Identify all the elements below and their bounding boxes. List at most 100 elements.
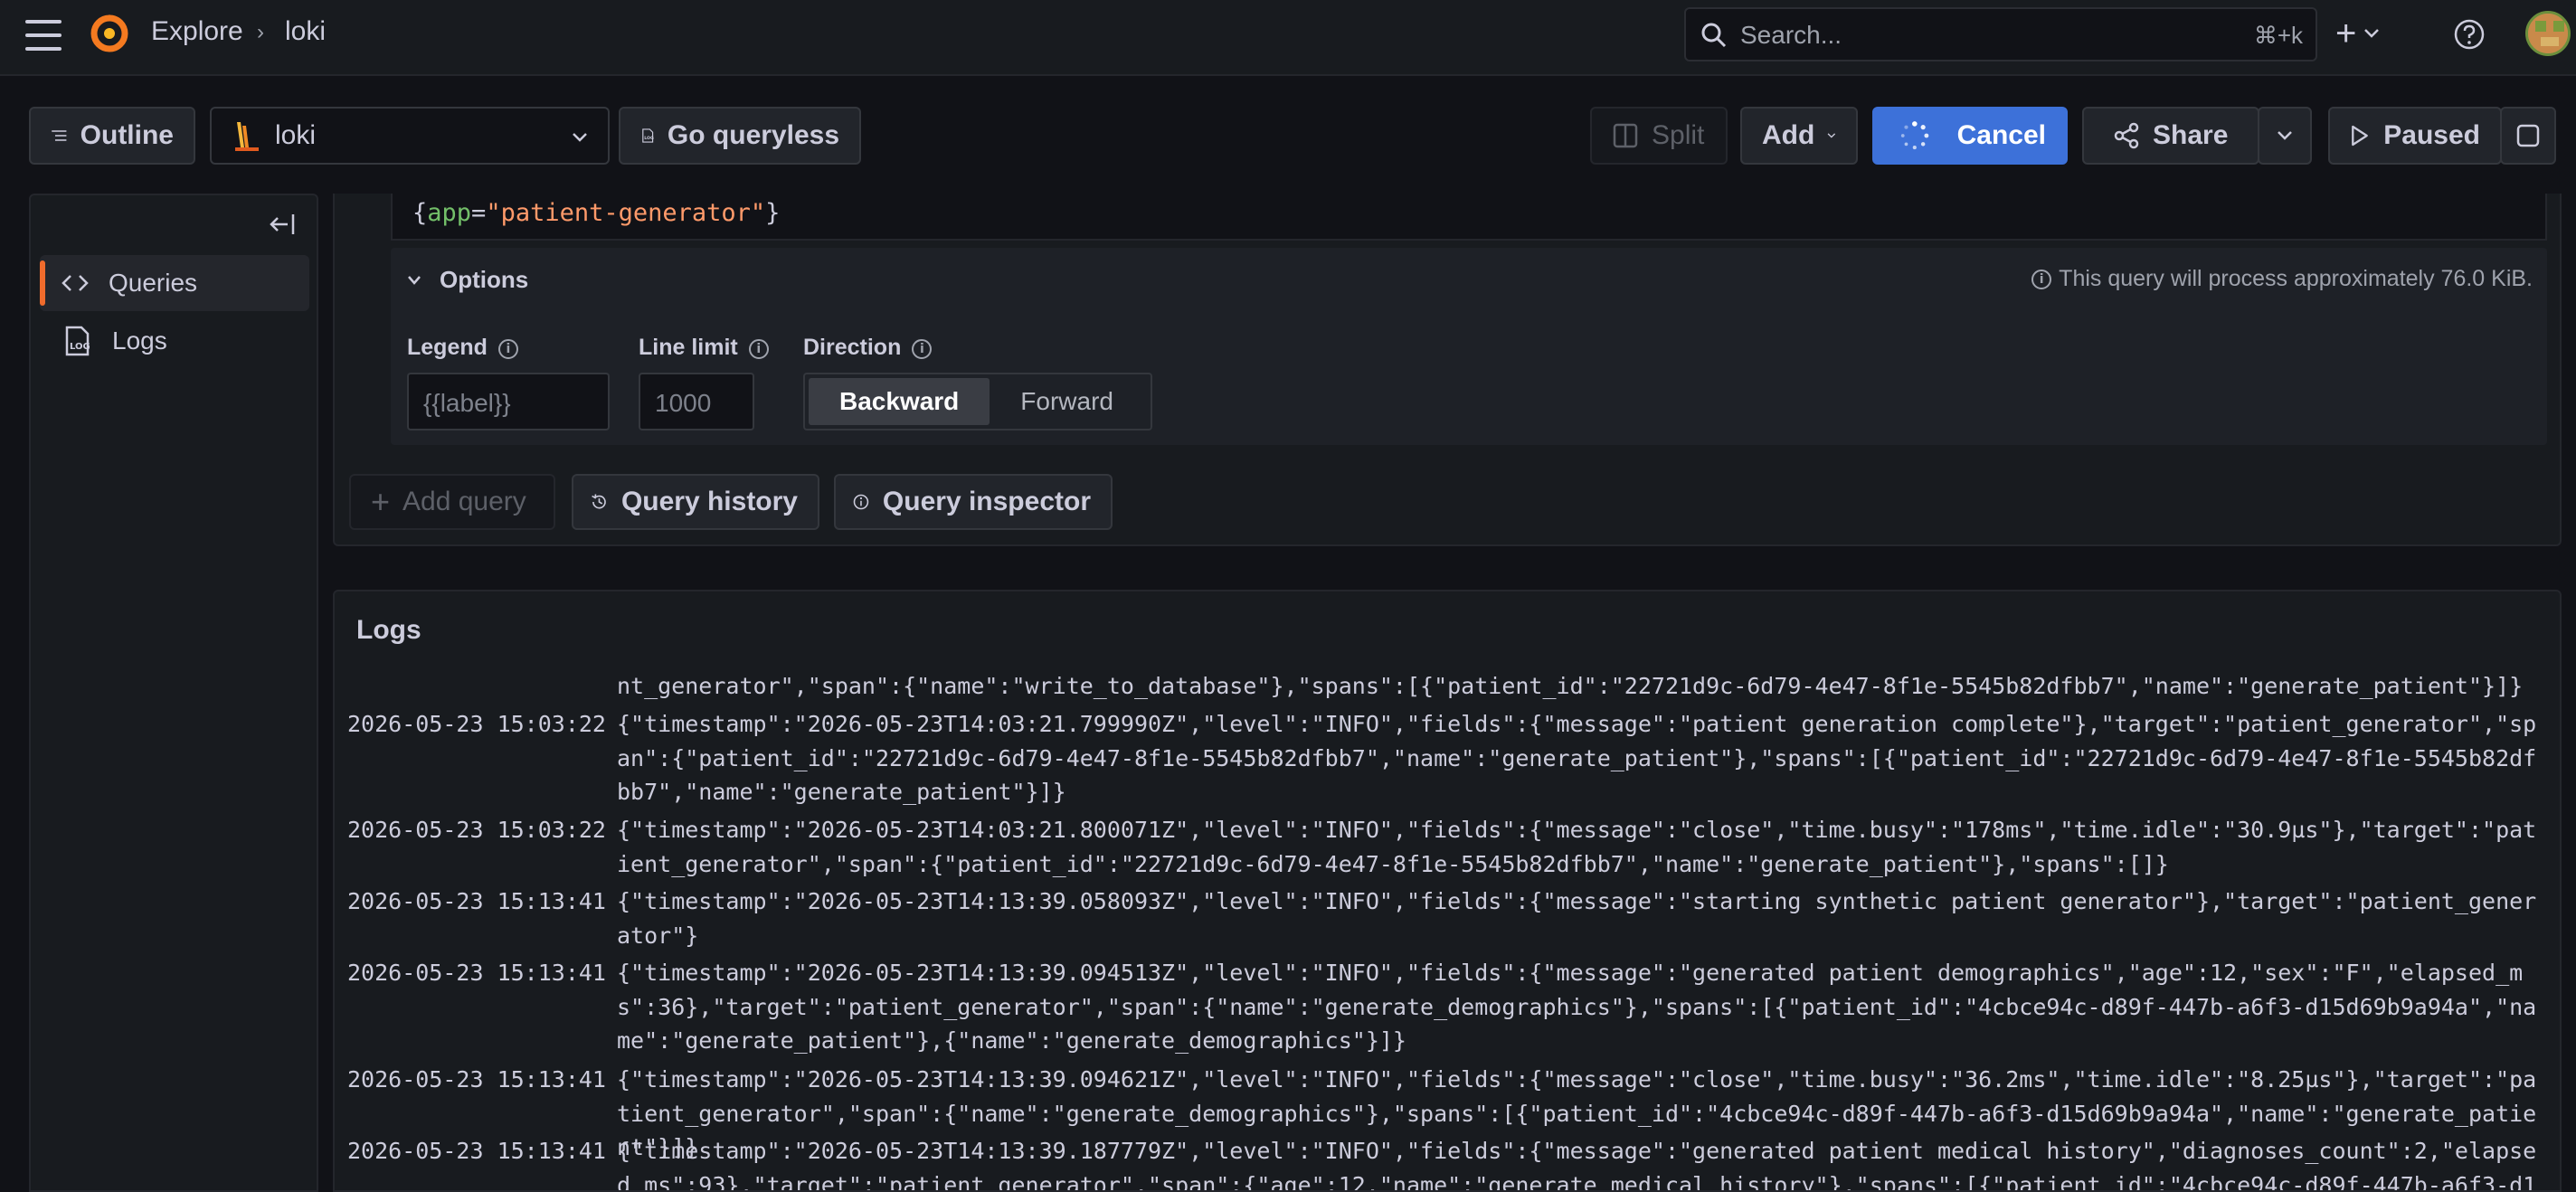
log-timestamp: [347, 669, 617, 704]
log-row[interactable]: 2026-05-23 15:03:22 {"timestamp":"2026-0…: [347, 813, 2554, 881]
code-operator: =: [471, 199, 487, 227]
add-query-button[interactable]: + Add query: [349, 474, 555, 530]
avatar[interactable]: [2525, 11, 2571, 56]
query-options-section: Options i This query will process approx…: [391, 248, 2547, 445]
query-history-button[interactable]: Query history: [572, 474, 819, 530]
collapse-sidebar-icon[interactable]: [268, 212, 297, 237]
breadcrumb-separator: ›: [257, 20, 264, 44]
search-placeholder: Search...: [1740, 21, 1842, 49]
share-label: Share: [2153, 120, 2229, 150]
direction-forward-option[interactable]: Forward: [990, 378, 1144, 425]
log-row[interactable]: 2026-05-23 15:13:41 {"timestamp":"2026-0…: [347, 885, 2554, 952]
log-timestamp: 2026-05-23 15:13:41: [347, 888, 606, 914]
spinner-icon: [1900, 121, 1929, 150]
query-inspector-button[interactable]: Query inspector: [834, 474, 1113, 530]
log-message: {"timestamp":"2026-05-23T14:13:39.094513…: [617, 960, 2537, 1054]
options-toggle[interactable]: Options: [407, 266, 528, 294]
log-message: {"timestamp":"2026-05-23T14:13:39.187779…: [617, 1138, 2537, 1192]
log-message: {"timestamp":"2026-05-23T14:13:39.058093…: [617, 888, 2537, 949]
info-icon[interactable]: i: [497, 339, 518, 359]
logs-panel-title: Logs: [356, 615, 421, 645]
history-icon: [592, 494, 606, 509]
breadcrumb-loki: loki: [285, 16, 327, 46]
process-note-text: This query will process approximately 76…: [2059, 266, 2533, 291]
legend-input[interactable]: {{label}}: [407, 373, 610, 430]
legend-label: Legend i: [407, 335, 518, 361]
chevron-down-icon: [408, 275, 421, 285]
cancel-button[interactable]: Cancel: [1872, 107, 2068, 165]
help-icon[interactable]: [2453, 18, 2486, 51]
split-label: Split: [1652, 120, 1705, 150]
paused-label: Paused: [2383, 120, 2480, 150]
cancel-label: Cancel: [1956, 120, 2046, 150]
search-input[interactable]: Search... ⌘+k: [1684, 7, 2317, 61]
grafana-logo-icon[interactable]: [87, 11, 132, 56]
stop-icon: [2516, 124, 2540, 147]
svg-text:LOG: LOG: [644, 136, 654, 141]
query-history-label: Query history: [620, 487, 798, 516]
log-row[interactable]: 2026-05-23 15:03:22 {"timestamp":"2026-0…: [347, 707, 2554, 809]
add-button[interactable]: Add: [1740, 107, 1858, 165]
info-icon[interactable]: i: [748, 339, 769, 359]
chevron-down-icon: [2364, 29, 2380, 38]
share-icon: [2114, 122, 2139, 149]
sidebar-item-queries[interactable]: Queries: [40, 255, 309, 311]
sidebar-item-logs[interactable]: LOG Logs: [40, 313, 309, 369]
direction-label-text: Direction: [803, 335, 902, 360]
log-row[interactable]: nt_generator","span":{"name":"write_to_d…: [347, 669, 2554, 704]
search-icon: [1701, 23, 1727, 48]
menu-icon[interactable]: [25, 20, 62, 51]
search-shortcut: ⌘+k: [2253, 22, 2303, 49]
outline-button[interactable]: Outline: [29, 107, 195, 165]
direction-backward-option[interactable]: Backward: [809, 378, 990, 425]
loki-logo-icon: [235, 122, 259, 151]
log-timestamp: 2026-05-23 15:03:22: [347, 711, 606, 737]
stop-button[interactable]: [2500, 107, 2556, 165]
outline-label: Outline: [80, 120, 174, 150]
log-message: {"timestamp":"2026-05-23T14:03:21.799990…: [617, 711, 2537, 805]
logs-icon: LOG: [65, 326, 90, 356]
direction-label: Direction i: [803, 335, 933, 361]
options-label: Options: [440, 266, 529, 293]
query-code-editor[interactable]: {app="patient-generator"}: [391, 194, 2547, 241]
log-timestamp: 2026-05-23 15:13:41: [347, 960, 606, 986]
live-tail-paused-button[interactable]: Paused: [2328, 107, 2502, 165]
log-timestamp: 2026-05-23 15:13:41: [347, 1138, 606, 1164]
info-icon: i: [2031, 269, 2052, 289]
plus-icon: +: [2335, 14, 2357, 53]
sidebar-item-label: Queries: [109, 269, 198, 297]
chevron-down-icon: [1827, 133, 1836, 138]
datasource-picker[interactable]: loki: [210, 107, 610, 165]
add-query-label: Add query: [402, 487, 526, 516]
share-button[interactable]: Share: [2082, 107, 2259, 165]
log-row[interactable]: 2026-05-23 15:13:41 {"timestamp":"2026-0…: [347, 1134, 2554, 1192]
outline-list-icon: [52, 130, 67, 141]
go-queryless-label: Go queryless: [667, 120, 839, 150]
breadcrumb-explore[interactable]: Explore: [151, 16, 243, 47]
direction-radio-group: Backward Forward: [803, 373, 1152, 430]
code-label-value: "patient-generator": [486, 199, 766, 227]
split-icon: [1613, 123, 1638, 148]
logs-panel: Logs nt_generator","span":{"name":"write…: [333, 590, 2562, 1192]
line-limit-input[interactable]: 1000: [639, 373, 754, 430]
logs-icon: LOG: [642, 128, 654, 143]
log-row[interactable]: 2026-05-23 15:13:41 {"timestamp":"2026-0…: [347, 956, 2554, 1058]
content-outline-sidebar: Queries LOG Logs: [29, 194, 318, 1192]
info-icon[interactable]: i: [912, 339, 933, 359]
info-icon: [853, 494, 869, 510]
plus-icon: +: [371, 483, 391, 520]
sidebar-item-label: Logs: [112, 326, 167, 355]
avatar-pattern-icon: [2528, 14, 2568, 53]
datasource-name: loki: [275, 120, 317, 150]
share-options-button[interactable]: [2258, 107, 2312, 165]
go-queryless-button[interactable]: LOG Go queryless: [619, 107, 861, 165]
code-open-brace: {: [412, 199, 428, 227]
top-bar: Explore › loki Search... ⌘+k +: [0, 0, 2576, 76]
line-limit-label-text: Line limit: [639, 335, 738, 360]
query-inspector-label: Query inspector: [882, 487, 1091, 516]
legend-label-text: Legend: [407, 335, 488, 360]
play-icon: [2352, 125, 2368, 147]
split-button[interactable]: Split: [1590, 107, 1728, 165]
query-size-note: i This query will process approximately …: [2031, 266, 2533, 292]
new-dropdown-button[interactable]: +: [2335, 11, 2404, 56]
